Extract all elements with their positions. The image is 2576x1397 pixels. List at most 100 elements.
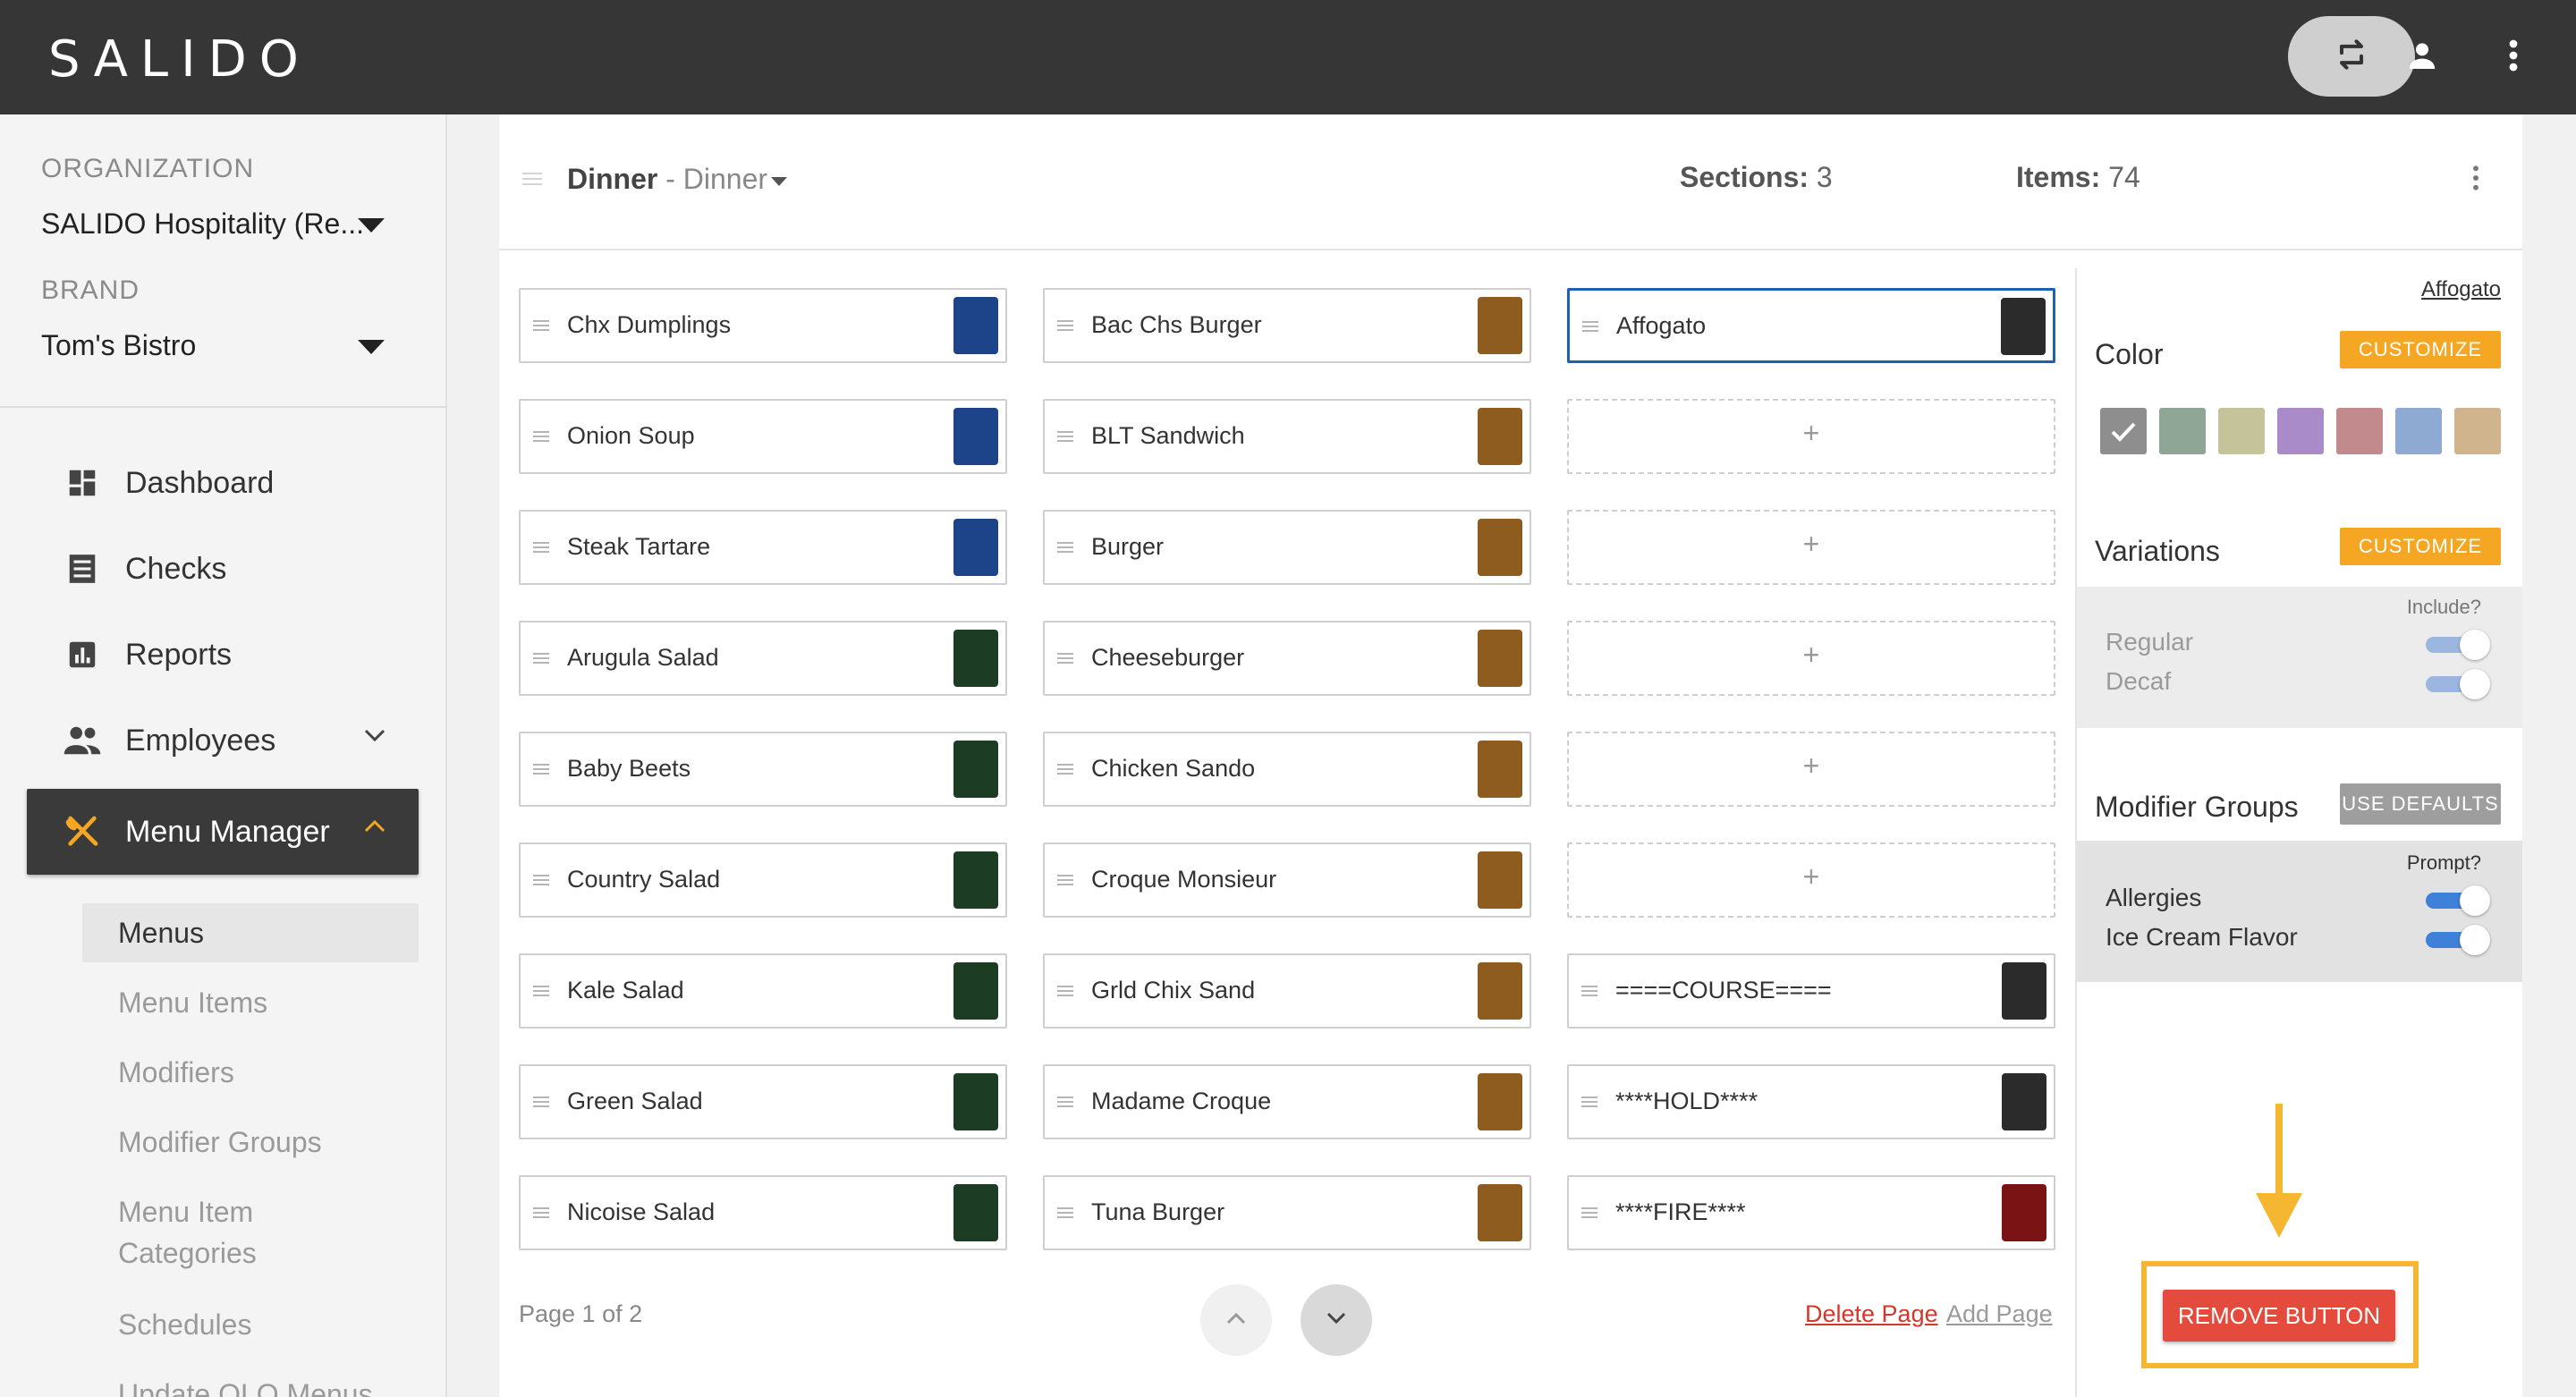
- chevron-down-icon[interactable]: [771, 177, 787, 186]
- menu-button-tile[interactable]: Burger: [1043, 510, 1531, 585]
- color-swatch-option[interactable]: [2336, 408, 2383, 454]
- add-page-link[interactable]: Add Page: [1946, 1300, 2053, 1328]
- empty-slot[interactable]: +: [1567, 510, 2055, 585]
- menu-button-tile[interactable]: Grld Chix Sand: [1043, 953, 1531, 1029]
- variations-list: Include? Regular Decaf: [2077, 587, 2522, 728]
- submenu-modifiers[interactable]: Modifiers: [82, 1052, 419, 1093]
- color-swatch: [1478, 1184, 1522, 1241]
- delete-page-link[interactable]: Delete Page: [1805, 1300, 1938, 1328]
- menu-button-tile[interactable]: Croque Monsieur: [1043, 842, 1531, 918]
- submenu-update-olo-menus[interactable]: Update OLO Menus: [82, 1374, 419, 1397]
- color-swatch: [953, 1073, 998, 1130]
- drag-handle-icon[interactable]: [1057, 874, 1073, 891]
- drag-handle-icon[interactable]: [533, 763, 549, 780]
- color-swatch-option[interactable]: [2277, 408, 2324, 454]
- submenu-menu-item-categories[interactable]: Menu Item Categories: [82, 1191, 419, 1274]
- menu-button-tile[interactable]: Country Salad: [519, 842, 1007, 918]
- brand-select[interactable]: Tom's Bistro: [41, 329, 196, 362]
- nav-item-checks[interactable]: Checks: [27, 526, 419, 612]
- menu-button-tile[interactable]: ****HOLD****: [1567, 1064, 2055, 1139]
- drag-handle-icon[interactable]: [1581, 1096, 1597, 1113]
- variation-toggle[interactable]: [2426, 667, 2494, 699]
- drag-handle-icon[interactable]: [1057, 430, 1073, 447]
- drag-handle-icon[interactable]: [533, 319, 549, 336]
- user-button[interactable]: [2397, 32, 2447, 82]
- color-swatch-selected[interactable]: [2100, 408, 2147, 454]
- customize-variations-button[interactable]: CUSTOMIZE: [2340, 528, 2501, 565]
- more-menu-button[interactable]: [2488, 32, 2538, 82]
- menu-button-tile[interactable]: ****FIRE****: [1567, 1175, 2055, 1250]
- drag-handle-icon[interactable]: [1057, 652, 1073, 669]
- menu-button-tile[interactable]: Arugula Salad: [519, 621, 1007, 696]
- menu-button-tile[interactable]: Onion Soup: [519, 399, 1007, 474]
- more-vert-icon[interactable]: [2472, 165, 2479, 196]
- drag-handle-icon[interactable]: [533, 985, 549, 1002]
- submenu-menu-items[interactable]: Menu Items: [82, 982, 419, 1023]
- use-defaults-button[interactable]: USE DEFAULTS: [2340, 783, 2501, 825]
- drag-handle-icon[interactable]: [1057, 541, 1073, 558]
- drag-handle-icon[interactable]: [1057, 763, 1073, 780]
- menu-button-tile[interactable]: Bac Chs Burger: [1043, 288, 1531, 363]
- menu-button-tile[interactable]: Cheeseburger: [1043, 621, 1531, 696]
- drag-handle-icon[interactable]: [1057, 985, 1073, 1002]
- menu-button-tile[interactable]: BLT Sandwich: [1043, 399, 1531, 474]
- modifier-group-toggle[interactable]: [2426, 923, 2494, 955]
- variation-toggle[interactable]: [2426, 628, 2494, 660]
- drag-handle-icon[interactable]: [1057, 1206, 1073, 1223]
- nav-item-employees[interactable]: Employees: [27, 698, 419, 783]
- drag-handle-icon[interactable]: [1057, 319, 1073, 336]
- chevron-down-icon[interactable]: [358, 218, 385, 233]
- chevron-down-icon: [1325, 1311, 1348, 1330]
- modifier-group-toggle[interactable]: [2426, 884, 2494, 916]
- menu-button-tile[interactable]: Baby Beets: [519, 732, 1007, 807]
- empty-slot[interactable]: +: [1567, 399, 2055, 474]
- menu-title-select[interactable]: Dinner - Dinner: [567, 163, 767, 196]
- submenu-schedules[interactable]: Schedules: [82, 1304, 419, 1345]
- submenu-menus[interactable]: Menus: [82, 903, 419, 962]
- drag-handle-icon[interactable]: [533, 541, 549, 558]
- menu-button-tile[interactable]: Affogato: [1567, 288, 2055, 363]
- color-swatch: [1478, 1073, 1522, 1130]
- menu-button-tile[interactable]: Chx Dumplings: [519, 288, 1007, 363]
- customize-color-button[interactable]: CUSTOMIZE: [2340, 331, 2501, 368]
- empty-slot[interactable]: +: [1567, 732, 2055, 807]
- color-swatch-option[interactable]: [2159, 408, 2206, 454]
- organization-select[interactable]: SALIDO Hospitality (Re...: [41, 207, 364, 241]
- color-swatch-option[interactable]: [2395, 408, 2442, 454]
- drag-handle-icon[interactable]: [522, 172, 542, 190]
- drag-handle-icon[interactable]: [533, 1096, 549, 1113]
- remove-button[interactable]: REMOVE BUTTON: [2163, 1290, 2395, 1342]
- menu-button-tile[interactable]: Green Salad: [519, 1064, 1007, 1139]
- drag-handle-icon[interactable]: [1581, 985, 1597, 1002]
- menu-button-tile[interactable]: Kale Salad: [519, 953, 1007, 1029]
- drag-handle-icon[interactable]: [533, 430, 549, 447]
- nav-label: Menu Manager: [125, 814, 330, 849]
- menu-button-tile[interactable]: Steak Tartare: [519, 510, 1007, 585]
- drag-handle-icon[interactable]: [1057, 1096, 1073, 1113]
- empty-slot[interactable]: +: [1567, 842, 2055, 918]
- nav-item-dashboard[interactable]: Dashboard: [27, 440, 419, 526]
- menu-button-tile[interactable]: Madame Croque: [1043, 1064, 1531, 1139]
- selected-item-link[interactable]: Affogato: [2421, 277, 2501, 302]
- nav-item-menu-manager[interactable]: Menu Manager: [27, 789, 419, 875]
- drag-handle-icon[interactable]: [533, 652, 549, 669]
- menu-button-tile[interactable]: Nicoise Salad: [519, 1175, 1007, 1250]
- color-swatch-option[interactable]: [2218, 408, 2265, 454]
- nav-item-reports[interactable]: Reports: [27, 612, 419, 698]
- drag-handle-icon[interactable]: [533, 874, 549, 891]
- menu-button-tile[interactable]: Chicken Sando: [1043, 732, 1531, 807]
- drag-handle-icon[interactable]: [1582, 320, 1598, 337]
- drag-handle-icon[interactable]: [1581, 1206, 1597, 1223]
- swap-button[interactable]: [2288, 16, 2415, 97]
- empty-slot[interactable]: +: [1567, 621, 2055, 696]
- color-swatch-option[interactable]: [2454, 408, 2501, 454]
- variation-name: Regular: [2106, 628, 2194, 656]
- menu-button-tile[interactable]: ====COURSE====: [1567, 953, 2055, 1029]
- color-swatch: [953, 1184, 998, 1241]
- submenu-modifier-groups[interactable]: Modifier Groups: [82, 1122, 419, 1163]
- chevron-down-icon[interactable]: [358, 340, 385, 354]
- page-down-button[interactable]: [1301, 1284, 1372, 1356]
- menu-button-tile[interactable]: Tuna Burger: [1043, 1175, 1531, 1250]
- drag-handle-icon[interactable]: [533, 1206, 549, 1223]
- page-up-button[interactable]: [1200, 1284, 1272, 1356]
